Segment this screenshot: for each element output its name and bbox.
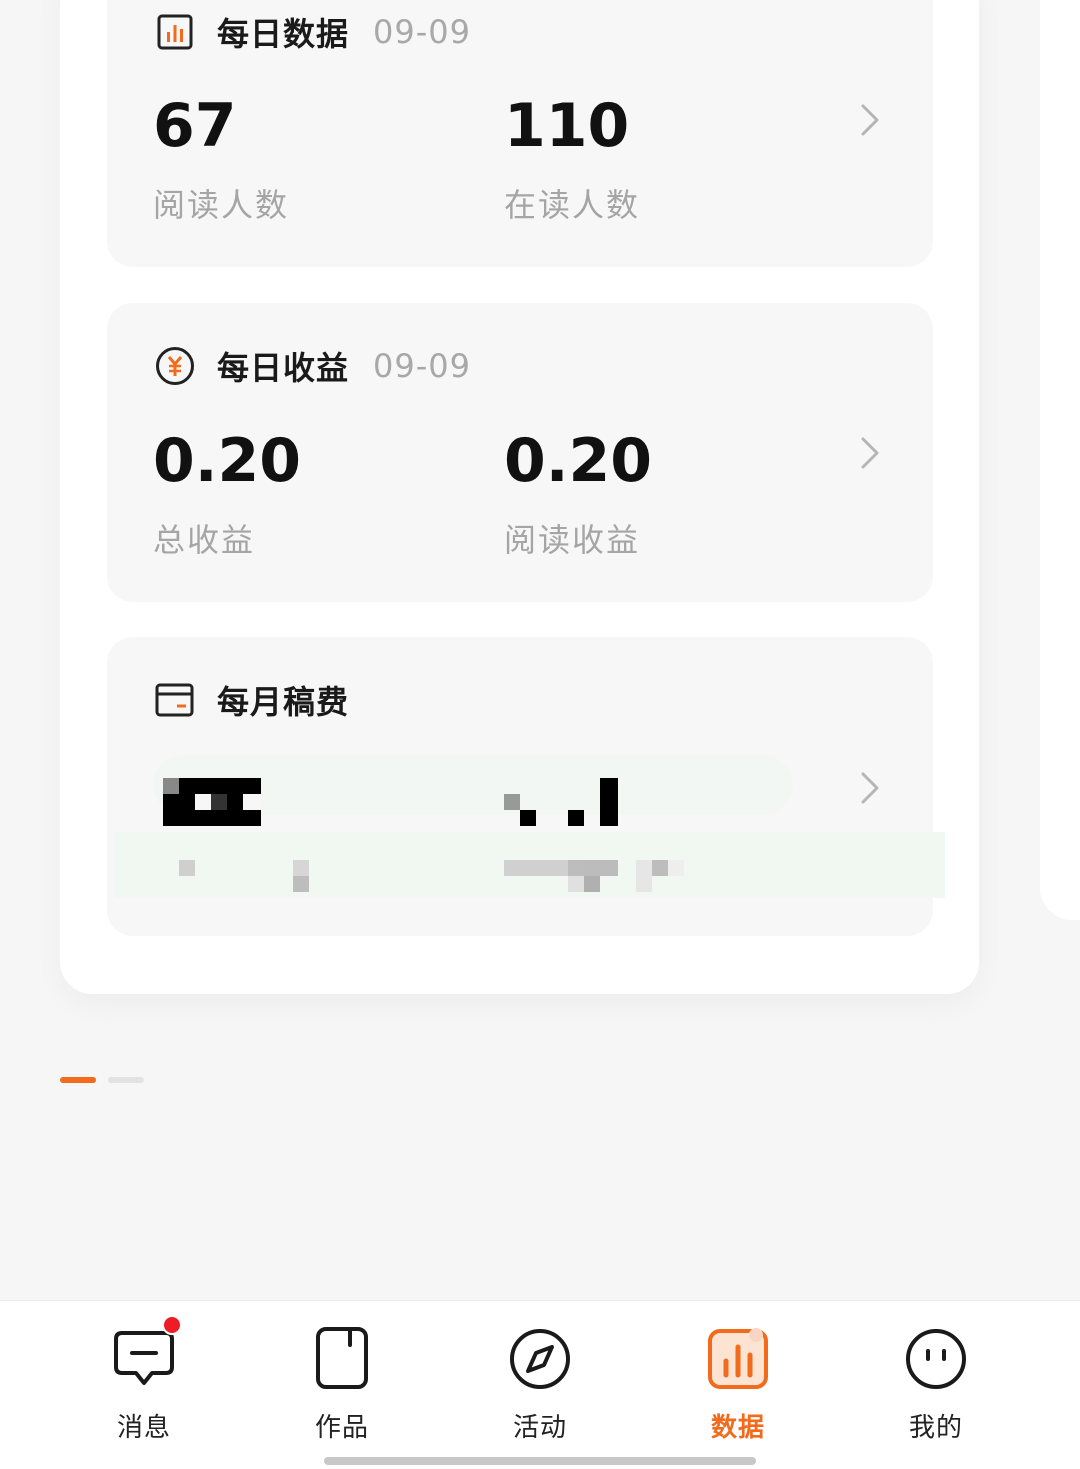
reading-income-label: 阅读收益 xyxy=(504,521,641,559)
readers-stat: 67 阅读人数 xyxy=(153,96,289,226)
total-income-value: 0.20 xyxy=(153,426,302,496)
reading-now-label: 在读人数 xyxy=(504,186,641,224)
total-income-stat: 0.20 总收益 xyxy=(153,431,301,561)
readers-value: 67 xyxy=(153,91,237,161)
readers-label: 阅读人数 xyxy=(153,186,290,224)
page-dot[interactable] xyxy=(108,1077,144,1083)
monthly-fee-title: 每月稿费 xyxy=(217,683,350,721)
total-income-label: 总收益 xyxy=(153,521,256,559)
message-icon xyxy=(112,1315,182,1391)
reading-income-stat: 0.20 阅读收益 xyxy=(504,431,652,561)
notification-badge xyxy=(162,1315,182,1335)
monthly-fee-section[interactable]: 每月稿费 xyxy=(107,637,945,936)
daily-income-section[interactable]: 每日收益 09-09 0.20 总收益 0.20 阅读收益 xyxy=(107,303,933,602)
daily-income-title: 每日收益 xyxy=(217,349,350,387)
tab-mine[interactable]: 我的 xyxy=(866,1327,1006,1447)
data-chart-icon xyxy=(706,1327,770,1391)
bottom-tab-bar: 消息 作品 活动 数据 我的 xyxy=(0,1300,1080,1469)
daily-income-header: 每日收益 09-09 xyxy=(155,344,471,388)
home-indicator[interactable] xyxy=(324,1457,756,1465)
reading-income-value: 0.20 xyxy=(504,426,653,496)
compass-icon xyxy=(508,1327,572,1391)
tab-mine-label: 我的 xyxy=(908,1413,963,1443)
tab-messages[interactable]: 消息 xyxy=(74,1315,214,1447)
daily-data-title: 每日数据 xyxy=(217,15,350,53)
yuan-coin-icon xyxy=(155,346,195,386)
reading-now-stat: 110 在读人数 xyxy=(504,96,640,226)
book-icon xyxy=(310,1327,374,1391)
wallet-card-icon xyxy=(155,680,195,720)
chevron-right-icon[interactable] xyxy=(859,770,881,806)
tab-works-label: 作品 xyxy=(314,1413,369,1443)
page-indicator xyxy=(60,1077,144,1083)
reading-now-value: 110 xyxy=(504,91,630,161)
daily-income-date: 09-09 xyxy=(373,347,471,385)
page-dot-active[interactable] xyxy=(60,1077,96,1083)
daily-data-header: 每日数据 09-09 xyxy=(155,10,471,54)
chevron-right-icon[interactable] xyxy=(859,435,881,471)
bar-chart-icon xyxy=(155,12,195,52)
daily-data-date: 09-09 xyxy=(373,13,471,51)
next-card-peek[interactable] xyxy=(1040,0,1080,920)
daily-data-section[interactable]: 每日数据 09-09 67 阅读人数 110 在读人数 xyxy=(107,0,933,267)
monthly-fee-header: 每月稿费 xyxy=(155,678,349,722)
chevron-right-icon[interactable] xyxy=(859,102,881,138)
face-icon xyxy=(904,1327,968,1391)
tab-works[interactable]: 作品 xyxy=(272,1327,412,1447)
tab-messages-label: 消息 xyxy=(116,1413,171,1443)
tab-data-label: 数据 xyxy=(710,1413,765,1443)
tab-activities-label: 活动 xyxy=(512,1413,567,1443)
tab-activities[interactable]: 活动 xyxy=(470,1327,610,1447)
tab-data[interactable]: 数据 xyxy=(668,1327,808,1447)
